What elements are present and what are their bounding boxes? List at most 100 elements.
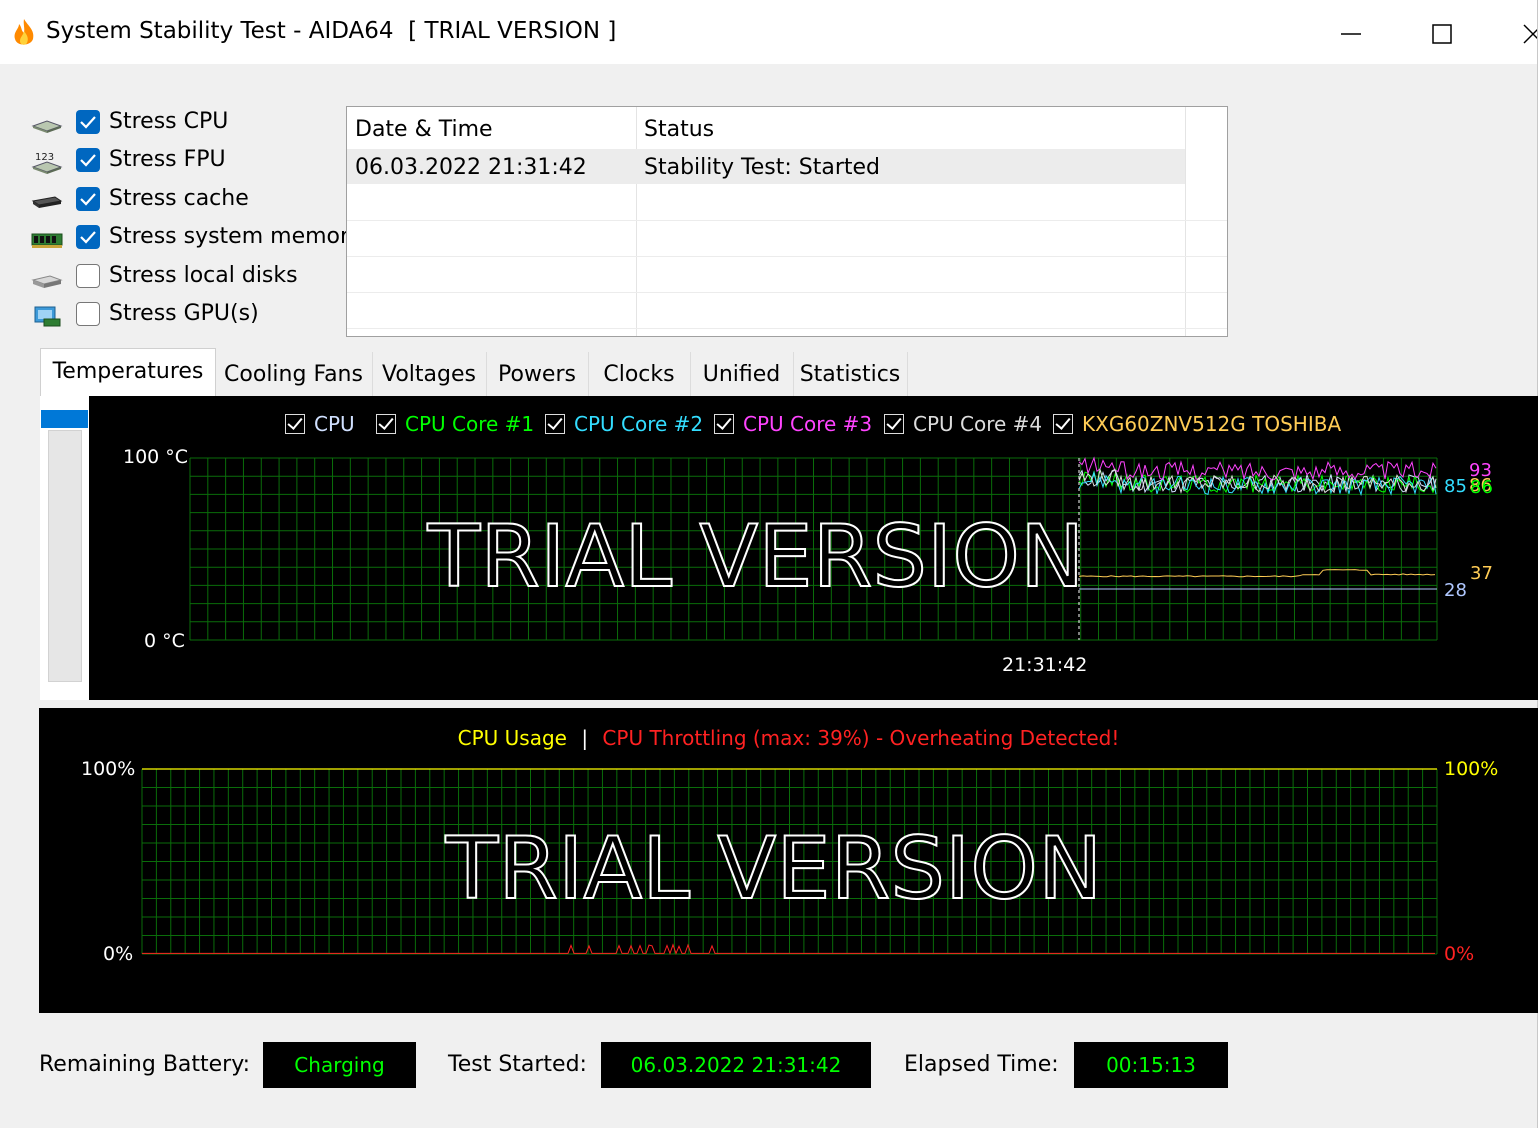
hard-disk-icon bbox=[31, 275, 63, 288]
row-divider bbox=[347, 256, 1227, 257]
stress-disks-option[interactable]: Stress local disks bbox=[30, 262, 350, 296]
stress-option-label: Stress CPU bbox=[109, 109, 229, 134]
current-value-disk: 37 bbox=[1470, 563, 1493, 584]
close-icon bbox=[1523, 24, 1538, 44]
chart-side-panel bbox=[40, 396, 90, 700]
legend-label: CPU Core #2 bbox=[574, 412, 704, 436]
tab-powers[interactable]: Powers bbox=[486, 352, 589, 396]
stress-gpu-option[interactable]: Stress GPU(s) bbox=[30, 300, 350, 334]
column-header-datetime[interactable]: Date & Time bbox=[347, 107, 636, 149]
usage-chart-title: CPU Usage | CPU Throttling (max: 39%) - … bbox=[39, 726, 1538, 750]
window-title: System Stability Test - AIDA64 [ TRIAL V… bbox=[46, 18, 617, 44]
trial-watermark: TRIAL VERSION bbox=[445, 819, 1103, 919]
legend-item-4[interactable]: CPU Core #4 bbox=[884, 412, 1042, 438]
stress-cpu-option[interactable]: Stress CPU bbox=[30, 108, 350, 142]
legend-item-1[interactable]: CPU Core #1 bbox=[376, 412, 534, 438]
stress-disks-checkbox[interactable] bbox=[76, 264, 100, 288]
stress-option-label: Stress GPU(s) bbox=[109, 301, 259, 326]
temperature-chart-canvas: TRIAL VERSION bbox=[189, 456, 1438, 641]
stress-fpu-option[interactable]: 123 Stress FPU bbox=[30, 146, 350, 180]
trial-watermark: TRIAL VERSION bbox=[427, 507, 1085, 607]
close-button[interactable] bbox=[1512, 14, 1538, 54]
current-value-core1: 86 bbox=[1470, 477, 1493, 498]
y-axis-min-label: 0 °C bbox=[144, 630, 185, 652]
stress-option-label: Stress system memory bbox=[109, 224, 363, 249]
elapsed-time-label: Elapsed Time: bbox=[904, 1052, 1059, 1077]
tab-temperatures[interactable]: Temperatures bbox=[40, 348, 216, 399]
legend-label: CPU Core #3 bbox=[743, 412, 873, 436]
disk-temperature-line bbox=[1078, 569, 1436, 578]
elapsed-time-value: 00:15:13 bbox=[1074, 1042, 1228, 1088]
temperature-chart: TRIAL VERSION CPU CPU Core #1 CPU Core #2 C… bbox=[89, 396, 1538, 700]
legend-checkbox[interactable] bbox=[714, 414, 734, 434]
tab-cooling-fans[interactable]: Cooling Fans bbox=[215, 352, 373, 396]
legend-label: KXG60ZNV512G TOSHIBA bbox=[1082, 412, 1342, 436]
title-separator: | bbox=[581, 726, 589, 750]
battery-label: Remaining Battery: bbox=[39, 1052, 251, 1077]
fpu-123-icon: 123 bbox=[31, 152, 63, 174]
tab-statistics[interactable]: Statistics bbox=[793, 352, 908, 396]
battery-value: Charging bbox=[263, 1042, 416, 1088]
stress-cpu-checkbox[interactable] bbox=[76, 110, 100, 134]
aida64-flame-icon bbox=[14, 19, 34, 45]
checkmark-icon bbox=[80, 193, 96, 206]
progress-indicator bbox=[41, 410, 88, 428]
legend-checkbox[interactable] bbox=[285, 414, 305, 434]
current-value-core2: 85 bbox=[1444, 476, 1467, 497]
event-log[interactable]: Date & Time Status 06.03.2022 21:31:42 S… bbox=[346, 106, 1228, 337]
checkmark-icon bbox=[80, 154, 96, 167]
legend-checkbox[interactable] bbox=[1053, 414, 1073, 434]
x-axis-time-label: 21:31:42 bbox=[1002, 654, 1088, 676]
y-axis-max-left: 100% bbox=[81, 758, 136, 780]
svg-text:123: 123 bbox=[35, 152, 54, 163]
legend-label: CPU Core #4 bbox=[913, 412, 1043, 436]
legend-checkbox[interactable] bbox=[545, 414, 565, 434]
legend-label: CPU bbox=[314, 412, 355, 436]
checkmark-icon bbox=[80, 116, 96, 129]
vertical-scrollbar[interactable] bbox=[48, 430, 82, 682]
tab-clocks[interactable]: Clocks bbox=[588, 352, 691, 396]
y-axis-max-right: 100% bbox=[1444, 758, 1499, 780]
memory-module-icon bbox=[31, 233, 63, 248]
tab-unified[interactable]: Unified bbox=[690, 352, 794, 396]
test-started-value: 06.03.2022 21:31:42 bbox=[601, 1042, 871, 1088]
legend-label: CPU Core #1 bbox=[405, 412, 535, 436]
column-header-status[interactable]: Status bbox=[636, 107, 1185, 149]
minimize-button[interactable] bbox=[1331, 14, 1371, 54]
column-divider bbox=[1185, 107, 1186, 336]
usage-chart-canvas: TRIAL VERSION bbox=[141, 768, 1438, 955]
cpu-usage-title: CPU Usage bbox=[457, 726, 567, 750]
legend-item-3[interactable]: CPU Core #3 bbox=[714, 412, 872, 438]
checkmark-icon bbox=[80, 231, 96, 244]
stress-memory-option[interactable]: Stress system memory bbox=[30, 223, 362, 257]
stress-cache-option[interactable]: Stress cache bbox=[30, 185, 350, 219]
stress-option-label: Stress local disks bbox=[109, 263, 298, 288]
legend-checkbox[interactable] bbox=[884, 414, 904, 434]
cpu-usage-chart: TRIAL VERSION CPU Usage | CPU Throttling… bbox=[39, 708, 1538, 1013]
legend-item-5[interactable]: KXG60ZNV512G TOSHIBA bbox=[1053, 412, 1341, 438]
stress-fpu-checkbox[interactable] bbox=[76, 148, 100, 172]
y-axis-min-left: 0% bbox=[103, 943, 134, 965]
gpu-card-icon bbox=[34, 306, 61, 327]
maximize-button[interactable] bbox=[1422, 14, 1462, 54]
legend-item-0[interactable]: CPU bbox=[285, 412, 355, 438]
stress-gpu-checkbox[interactable] bbox=[76, 302, 100, 326]
test-started-label: Test Started: bbox=[448, 1052, 587, 1077]
stress-option-label: Stress cache bbox=[109, 186, 249, 211]
current-value-reference: 28 bbox=[1444, 580, 1467, 601]
stress-option-label: Stress FPU bbox=[109, 147, 226, 172]
cache-chip-icon bbox=[31, 196, 63, 208]
tab-voltages[interactable]: Voltages bbox=[372, 352, 487, 396]
row-divider bbox=[347, 220, 1227, 221]
row-datetime: 06.03.2022 21:31:42 bbox=[355, 155, 587, 180]
legend-item-2[interactable]: CPU Core #2 bbox=[545, 412, 703, 438]
table-row[interactable]: 06.03.2022 21:31:42 Stability Test: Star… bbox=[347, 149, 1185, 184]
cpu-throttling-line bbox=[142, 943, 1435, 955]
row-divider bbox=[347, 328, 1227, 329]
row-divider bbox=[347, 292, 1227, 293]
cpu-chip-icon bbox=[31, 120, 63, 133]
stress-cache-checkbox[interactable] bbox=[76, 187, 100, 211]
stress-memory-checkbox[interactable] bbox=[76, 225, 100, 249]
legend-checkbox[interactable] bbox=[376, 414, 396, 434]
maximize-icon bbox=[1432, 24, 1452, 44]
